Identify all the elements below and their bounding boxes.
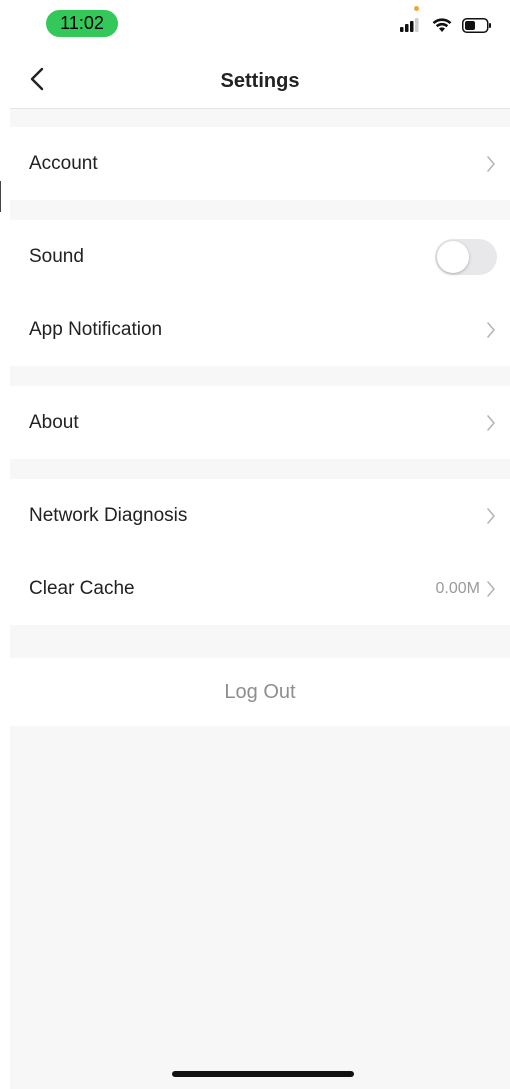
network-diagnosis-label: Network Diagnosis (29, 504, 188, 526)
sound-toggle[interactable] (435, 238, 497, 275)
edge-mark (0, 181, 1, 212)
about-accessory (486, 414, 496, 432)
network-diagnosis-row[interactable]: Network Diagnosis (10, 479, 510, 552)
wifi-icon (432, 17, 452, 32)
signal-icon (400, 18, 419, 32)
chevron-right-icon (487, 414, 495, 431)
network-diagnosis-accessory (486, 507, 496, 525)
settings-list: Account Sound App Notification About Net… (10, 109, 510, 1089)
clear-cache-row[interactable]: Clear Cache 0.00M (10, 552, 510, 625)
sound-label: Sound (29, 245, 84, 267)
chevron-right-icon (487, 155, 495, 172)
status-time: 11:02 (46, 10, 118, 37)
privacy-indicator-dot (414, 6, 419, 11)
app-notification-row[interactable]: App Notification (10, 293, 510, 366)
settings-screen: 11:02 Settings Account Sound App Notific… (10, 0, 510, 1089)
clear-cache-label: Clear Cache (29, 577, 135, 599)
navigation-bar: Settings (10, 50, 510, 109)
section-gap (10, 366, 510, 386)
chevron-right-icon (487, 321, 495, 338)
logout-label: Log Out (224, 680, 296, 703)
app-notification-accessory (486, 321, 496, 339)
page-title: Settings (220, 70, 300, 92)
app-notification-label: App Notification (29, 318, 163, 340)
status-bar: 11:02 (10, 0, 510, 50)
account-accessory (486, 155, 496, 173)
chevron-right-icon (487, 580, 495, 597)
section-gap (10, 459, 510, 479)
section-gap (10, 200, 510, 220)
battery-icon (462, 17, 491, 33)
cache-size-value: 0.00M (435, 579, 480, 597)
section-gap (10, 625, 510, 658)
section-gap (10, 109, 510, 127)
clear-cache-accessory: 0.00M (436, 580, 496, 598)
home-indicator (172, 1071, 354, 1077)
logout-button[interactable]: Log Out (10, 658, 510, 726)
account-label: Account (29, 152, 98, 174)
account-row[interactable]: Account (10, 127, 510, 200)
about-row[interactable]: About (10, 386, 510, 459)
toggle-knob (437, 240, 469, 273)
status-icons (400, 12, 492, 38)
bottom-area (10, 726, 510, 1089)
sound-accessory (434, 238, 497, 275)
chevron-right-icon (487, 507, 495, 524)
about-label: About (29, 411, 79, 433)
sound-row: Sound (10, 220, 510, 293)
